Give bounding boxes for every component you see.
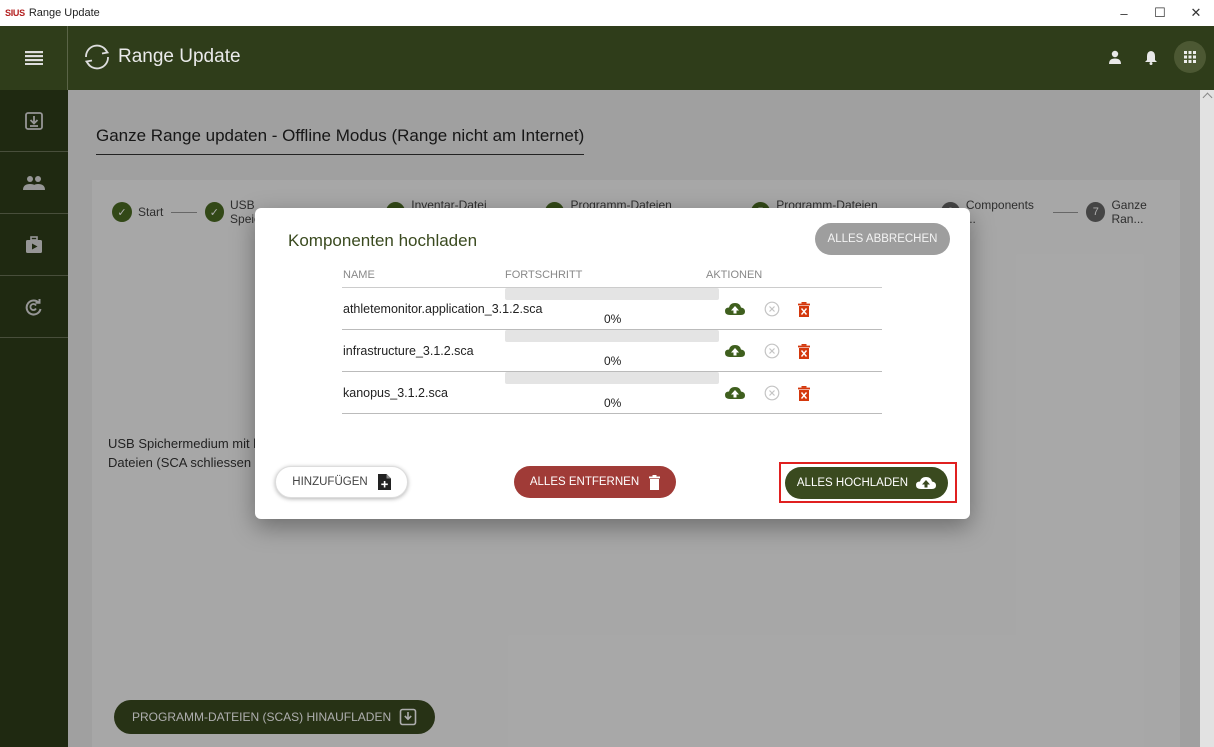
cloud-upload-icon xyxy=(725,387,745,399)
scrollbar[interactable] xyxy=(1200,90,1214,747)
menu-button[interactable] xyxy=(0,26,68,90)
bell-icon xyxy=(1145,50,1157,65)
progress-percent: 0% xyxy=(604,312,622,326)
minimize-button[interactable]: – xyxy=(1106,0,1142,26)
cloud-upload-icon xyxy=(725,345,745,357)
cancel-button[interactable] xyxy=(762,384,782,402)
maximize-button[interactable]: ☐ xyxy=(1142,0,1178,26)
cancel-circle-icon xyxy=(764,343,780,359)
delete-button[interactable] xyxy=(794,300,814,318)
column-header-actions: AKTIONEN xyxy=(706,269,763,281)
upload-all-label: ALLES HOCHLADEN xyxy=(796,477,909,489)
trash-x-icon xyxy=(798,385,810,401)
add-button-label: HINZUFÜGEN xyxy=(292,476,368,488)
app-title: Range Update xyxy=(118,46,241,67)
range-update-logo-icon xyxy=(84,44,110,70)
add-button[interactable]: HINZUFÜGEN xyxy=(275,466,408,498)
progress-percent: 0% xyxy=(604,354,622,368)
progress-bar xyxy=(505,372,719,384)
upload-all-highlight: ALLES HOCHLADEN xyxy=(779,462,957,503)
apps-button[interactable] xyxy=(1174,41,1206,73)
components-table: NAME FORTSCHRITT AKTIONEN athletemonitor… xyxy=(342,264,882,414)
abort-all-button[interactable]: ALLES ABBRECHEN xyxy=(815,223,950,255)
upload-button[interactable] xyxy=(725,384,745,402)
cloud-upload-icon xyxy=(725,303,745,315)
window-controls: – ☐ ✕ xyxy=(1106,0,1214,26)
cancel-circle-icon xyxy=(764,385,780,401)
trash-icon xyxy=(649,474,661,490)
window-titlebar: SIUS Range Update – ☐ ✕ xyxy=(0,0,1214,26)
file-name: athletemonitor.application_3.1.2.sca xyxy=(343,302,543,316)
app-header: Range Update xyxy=(0,26,1214,90)
header-actions xyxy=(1102,40,1206,74)
delete-button[interactable] xyxy=(794,342,814,360)
delete-button[interactable] xyxy=(794,384,814,402)
upload-button[interactable] xyxy=(725,300,745,318)
dialog-title: Komponenten hochladen xyxy=(288,231,478,250)
progress-bar xyxy=(505,288,719,300)
grid-icon xyxy=(1184,51,1196,63)
file-plus-icon xyxy=(377,474,391,490)
cancel-circle-icon xyxy=(764,301,780,317)
remove-all-button[interactable]: ALLES ENTFERNEN xyxy=(514,466,676,498)
user-icon xyxy=(1109,50,1121,64)
upload-all-button[interactable]: ALLES HOCHLADEN xyxy=(785,467,948,499)
cloud-upload-icon xyxy=(916,477,937,489)
upload-components-dialog: Komponenten hochladen ALLES ABBRECHEN NA… xyxy=(255,208,970,519)
trash-x-icon xyxy=(798,301,810,317)
table-row: athletemonitor.application_3.1.2.sca 0% xyxy=(342,288,882,330)
close-button[interactable]: ✕ xyxy=(1178,0,1214,26)
sius-logo: SIUS xyxy=(5,8,25,18)
trash-x-icon xyxy=(798,343,810,359)
hamburger-icon xyxy=(24,51,43,65)
remove-all-label: ALLES ENTFERNEN xyxy=(529,476,640,488)
upload-button[interactable] xyxy=(725,342,745,360)
file-name: kanopus_3.1.2.sca xyxy=(343,386,448,400)
file-name: infrastructure_3.1.2.sca xyxy=(343,344,474,358)
table-row: kanopus_3.1.2.sca 0% xyxy=(342,372,882,414)
cancel-button[interactable] xyxy=(762,342,782,360)
column-header-progress: FORTSCHRITT xyxy=(505,269,583,281)
progress-bar xyxy=(505,330,719,342)
progress-percent: 0% xyxy=(604,396,622,410)
notifications-button[interactable] xyxy=(1138,40,1164,74)
cancel-button[interactable] xyxy=(762,300,782,318)
table-header: NAME FORTSCHRITT AKTIONEN xyxy=(342,264,882,288)
table-row: infrastructure_3.1.2.sca 0% xyxy=(342,330,882,372)
window-title: Range Update xyxy=(28,7,100,19)
user-button[interactable] xyxy=(1102,40,1128,74)
column-header-name: NAME xyxy=(343,269,375,281)
